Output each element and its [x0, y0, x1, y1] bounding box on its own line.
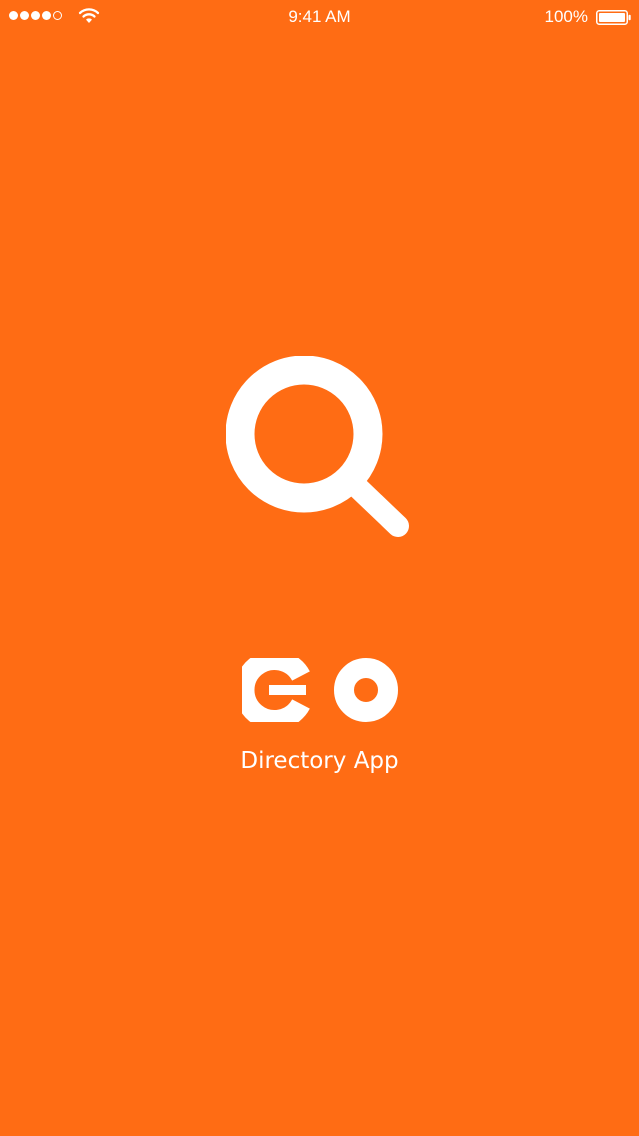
- status-bar: 9:41 AM 100%: [0, 0, 639, 36]
- splash-screen: 9:41 AM 100% Directory App: [0, 0, 639, 1136]
- app-subtitle: Directory App: [240, 748, 399, 774]
- search-icon: [226, 356, 409, 537]
- go-logo: [242, 658, 398, 722]
- battery-icon: [596, 10, 631, 25]
- battery-percent: 100%: [544, 7, 588, 26]
- status-time: 9:41 AM: [288, 7, 351, 26]
